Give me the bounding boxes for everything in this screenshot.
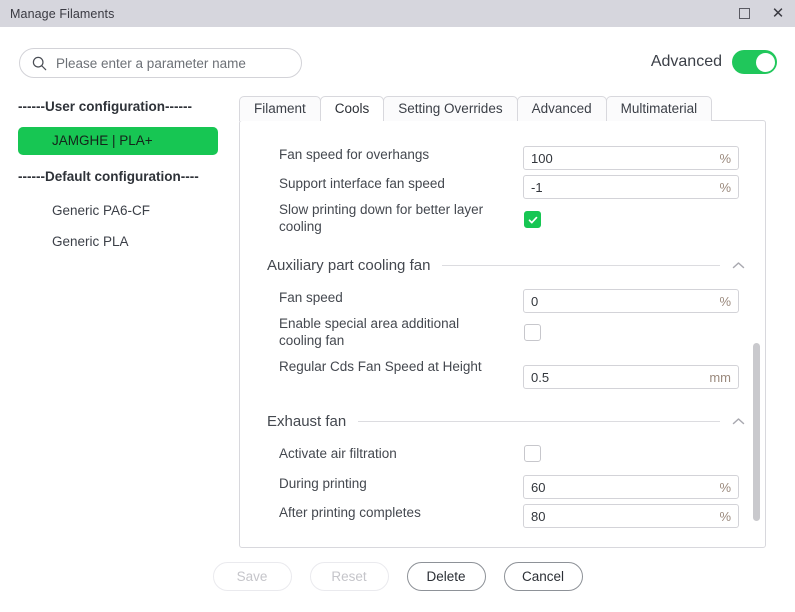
- delete-button[interactable]: Delete: [406, 562, 486, 591]
- during-printing-input[interactable]: 60 %: [523, 475, 739, 499]
- support-interface-fan-speed-input[interactable]: -1 %: [523, 175, 739, 199]
- row-label: Enable special area additional cooling f…: [279, 316, 460, 348]
- filament-list-sidebar: ------User configuration------ JAMGHE | …: [0, 96, 236, 551]
- sidebar-item-label: Generic PLA: [52, 234, 129, 249]
- section-exhaust-fan[interactable]: Exhaust fan: [240, 411, 765, 431]
- row-label: During printing: [279, 476, 367, 491]
- section-divider: [442, 264, 720, 266]
- sidebar-item-jamghe-pla-plus[interactable]: JAMGHE | PLA+: [18, 127, 218, 155]
- row-label: After printing completes: [279, 505, 421, 520]
- field-unit: %: [719, 479, 731, 495]
- maximize-button[interactable]: [727, 0, 761, 27]
- advanced-toggle[interactable]: [732, 50, 777, 74]
- cancel-button[interactable]: Cancel: [503, 562, 583, 591]
- section-title: Exhaust fan: [267, 412, 347, 430]
- field-unit: %: [719, 179, 731, 195]
- footer-buttons: Save Reset Delete Cancel: [0, 562, 795, 591]
- field-value: 80: [531, 508, 546, 524]
- tab-bar: Filament Cools Setting Overrides Advance…: [239, 96, 783, 122]
- chevron-up-icon: [732, 261, 745, 268]
- section-auxiliary-part-cooling-fan[interactable]: Auxiliary part cooling fan: [240, 255, 765, 275]
- row-label: Support interface fan speed: [279, 176, 445, 191]
- save-button[interactable]: Save: [212, 562, 292, 591]
- search-placeholder: Please enter a parameter name: [56, 55, 246, 71]
- toggle-knob: [755, 52, 775, 72]
- slow-printing-down-checkbox[interactable]: [524, 211, 541, 228]
- panel-scrollbar[interactable]: [753, 121, 760, 547]
- cools-settings-panel: Fan speed for overhangs 100 % Support in…: [239, 120, 766, 548]
- row-label: Slow printing down for better layer cool…: [279, 202, 484, 234]
- row-label: Activate air filtration: [279, 446, 397, 461]
- close-button[interactable]: ✕: [761, 0, 795, 27]
- sidebar-group-header-default: ------Default configuration----: [18, 169, 199, 184]
- reset-button[interactable]: Reset: [309, 562, 389, 591]
- field-unit: %: [719, 293, 731, 309]
- sidebar-item-generic-pla[interactable]: Generic PLA: [18, 228, 218, 256]
- field-value: 0: [531, 293, 539, 309]
- field-value: 0.5: [531, 369, 550, 385]
- row-label: Regular Cds Fan Speed at Height: [279, 359, 482, 374]
- enable-special-area-fan-checkbox[interactable]: [524, 324, 541, 341]
- field-unit: mm: [709, 369, 731, 385]
- scrollbar-thumb[interactable]: [753, 343, 760, 521]
- section-title: Auxiliary part cooling fan: [267, 256, 431, 274]
- field-value: 100: [531, 150, 553, 166]
- search-input[interactable]: Please enter a parameter name: [19, 48, 302, 78]
- after-printing-completes-input[interactable]: 80 %: [523, 504, 739, 528]
- sidebar-group-header-user: ------User configuration------: [18, 99, 192, 114]
- check-icon: [528, 216, 537, 223]
- close-icon: ✕: [771, 4, 785, 22]
- manage-filaments-window: Manage Filaments ✕ Please enter a parame…: [0, 0, 795, 612]
- advanced-label: Advanced: [650, 53, 722, 70]
- field-unit: %: [719, 150, 731, 166]
- activate-air-filtration-checkbox[interactable]: [524, 445, 541, 462]
- aux-fan-speed-input[interactable]: 0 %: [523, 289, 739, 313]
- row-label: Fan speed for overhangs: [279, 147, 430, 162]
- advanced-toggle-group: Advanced: [651, 50, 777, 74]
- maximize-icon: [738, 8, 750, 19]
- regular-cds-fan-speed-input[interactable]: 0.5 mm: [523, 365, 739, 389]
- field-unit: %: [719, 508, 731, 524]
- search-icon: [32, 56, 47, 70]
- window-controls: ✕: [727, 0, 795, 27]
- row-label: Fan speed: [279, 290, 343, 305]
- sidebar-item-generic-pa6-cf[interactable]: Generic PA6-CF: [18, 197, 218, 225]
- tab-setting-overrides[interactable]: Setting Overrides: [383, 96, 518, 121]
- tab-cools[interactable]: Cools: [319, 96, 385, 122]
- tab-advanced[interactable]: Advanced: [516, 96, 607, 121]
- sidebar-item-label: JAMGHE | PLA+: [52, 133, 153, 148]
- field-value: 60: [531, 479, 546, 495]
- field-value: -1: [531, 179, 543, 195]
- title-bar: Manage Filaments ✕: [0, 0, 795, 27]
- fan-speed-for-overhangs-input[interactable]: 100 %: [523, 146, 739, 170]
- tab-filament[interactable]: Filament: [239, 96, 321, 121]
- tab-multimaterial[interactable]: Multimaterial: [605, 96, 713, 121]
- sidebar-item-label: Generic PA6-CF: [52, 203, 151, 218]
- window-title: Manage Filaments: [10, 6, 115, 21]
- chevron-up-icon: [732, 417, 745, 424]
- section-divider: [358, 420, 720, 422]
